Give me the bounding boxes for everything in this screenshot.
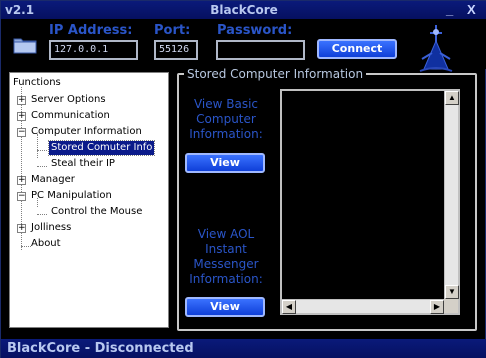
title-bar[interactable]: v2.1 BlackCore _ X bbox=[1, 1, 486, 19]
tree-connector bbox=[37, 166, 47, 167]
ip-address-label: IP Address: bbox=[49, 23, 133, 38]
main-window: v2.1 BlackCore _ X IP Address: 127.0.0.1… bbox=[0, 0, 486, 358]
expand-icon[interactable]: + bbox=[17, 176, 26, 185]
connect-button[interactable]: Connect bbox=[317, 39, 397, 59]
functions-tree[interactable]: Functions + Server Options + Communicati… bbox=[9, 72, 169, 328]
tree-item-server-options[interactable]: Server Options bbox=[31, 93, 106, 107]
tree-item-control-the-mouse[interactable]: Control the Mouse bbox=[51, 205, 142, 219]
aol-info-line: View AOL bbox=[197, 227, 255, 241]
tree-item-pc-manipulation[interactable]: PC Manipulation bbox=[31, 189, 112, 203]
status-bar: BlackCore - Disconnected bbox=[1, 339, 486, 358]
scroll-down-icon[interactable]: ▼ bbox=[445, 285, 459, 299]
connection-bar: IP Address: 127.0.0.1 Port: 55126 Passwo… bbox=[1, 19, 486, 72]
basic-info-line: Computer bbox=[196, 112, 256, 126]
tree-connector bbox=[21, 246, 31, 247]
tree-root-functions[interactable]: Functions bbox=[13, 76, 61, 90]
window-title: BlackCore bbox=[210, 3, 278, 17]
tree-connector bbox=[37, 214, 47, 215]
tree-item-jolliness[interactable]: Jolliness bbox=[31, 221, 71, 235]
tree-item-about[interactable]: About bbox=[31, 237, 61, 251]
basic-info-line: Information: bbox=[189, 127, 263, 141]
tree-item-steal-their-ip[interactable]: Steal their IP bbox=[51, 157, 115, 171]
expand-icon[interactable]: + bbox=[17, 224, 26, 233]
minimize-icon[interactable]: _ bbox=[446, 2, 453, 17]
aol-info-line: Instant bbox=[205, 242, 247, 256]
vertical-scrollbar[interactable]: ▲ ▼ bbox=[444, 91, 459, 299]
port-label: Port: bbox=[154, 23, 191, 38]
horizontal-scrollbar[interactable]: ◀ ▶ bbox=[282, 299, 444, 314]
folder-icon[interactable] bbox=[13, 35, 37, 54]
group-title: Stored Computer Information bbox=[184, 67, 367, 81]
view-basic-info-button[interactable]: View bbox=[185, 153, 265, 173]
tree-item-stored-computer-info[interactable]: Stored Comuter Info bbox=[47, 140, 156, 156]
info-list-box[interactable]: ▲ ▼ ◀ ▶ bbox=[280, 89, 460, 315]
aol-info-label: View AOL Instant Messenger Information: bbox=[185, 227, 267, 287]
ip-address-field[interactable]: 127.0.0.1 bbox=[49, 40, 138, 60]
collapse-icon[interactable]: − bbox=[17, 192, 26, 201]
expand-icon[interactable]: + bbox=[17, 112, 26, 121]
view-aol-info-button[interactable]: View bbox=[185, 297, 265, 317]
port-field[interactable]: 55126 bbox=[154, 40, 198, 60]
expand-icon[interactable]: + bbox=[17, 96, 26, 105]
aol-info-line: Information: bbox=[189, 272, 263, 286]
password-field[interactable] bbox=[216, 40, 305, 60]
collapse-icon[interactable]: − bbox=[17, 128, 26, 137]
aol-info-line: Messenger bbox=[193, 257, 259, 271]
scroll-left-icon[interactable]: ◀ bbox=[282, 300, 296, 314]
scrollbar-corner bbox=[444, 299, 458, 313]
scroll-up-icon[interactable]: ▲ bbox=[445, 91, 459, 105]
basic-info-label: View Basic Computer Information: bbox=[185, 97, 267, 142]
tree-connector bbox=[37, 150, 47, 151]
close-icon[interactable]: X bbox=[467, 2, 476, 17]
tree-item-communication[interactable]: Communication bbox=[31, 109, 110, 123]
password-label: Password: bbox=[217, 23, 293, 38]
basic-info-line: View Basic bbox=[193, 97, 259, 111]
tree-item-computer-information[interactable]: Computer Information bbox=[31, 125, 142, 139]
tree-item-manager[interactable]: Manager bbox=[31, 173, 75, 187]
wizard-logo-icon bbox=[419, 25, 453, 72]
scroll-right-icon[interactable]: ▶ bbox=[430, 300, 444, 314]
